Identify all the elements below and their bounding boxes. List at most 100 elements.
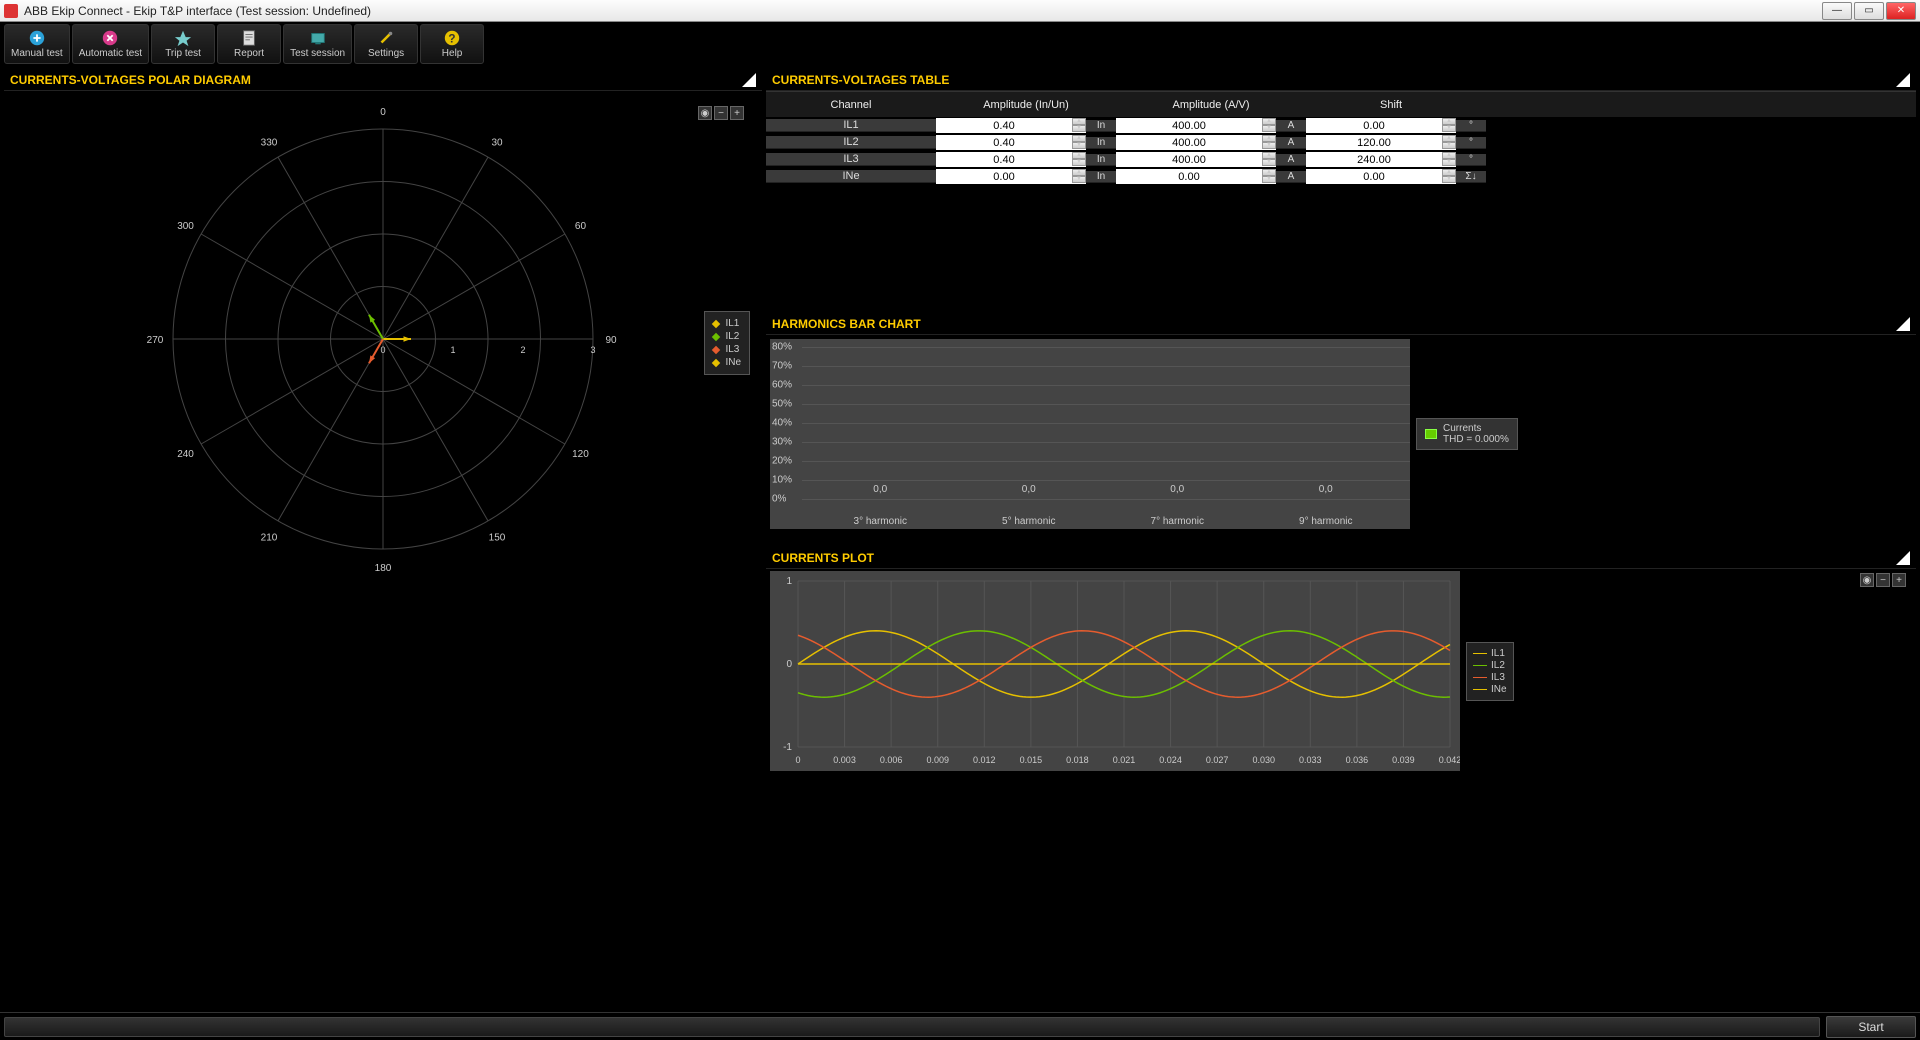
svg-text:0: 0 bbox=[786, 659, 792, 670]
start-label: Start bbox=[1858, 1020, 1883, 1034]
trip-test-button[interactable]: Trip test bbox=[151, 24, 215, 64]
svg-text:0.003: 0.003 bbox=[833, 755, 856, 765]
manual-test-button[interactable]: Manual test bbox=[4, 24, 70, 64]
table-row: INe ▲▼ In ▲▼ A ▲▼ Σ↓ bbox=[766, 168, 1916, 185]
polar-panel: CURRENTS-VOLTAGES POLAR DIAGRAM ◉ − + 03… bbox=[4, 70, 762, 1006]
unit-label: A bbox=[1276, 154, 1306, 166]
maximize-button[interactable]: ▭ bbox=[1854, 2, 1884, 20]
legend-item: IL3 bbox=[1473, 672, 1507, 683]
currents-plot-chart: 00.0030.0060.0090.0120.0150.0180.0210.02… bbox=[770, 571, 1460, 771]
unit-label: In bbox=[1086, 120, 1116, 132]
legend-item: INe bbox=[713, 357, 741, 368]
svg-text:270: 270 bbox=[147, 335, 164, 346]
close-button[interactable]: ✕ bbox=[1886, 2, 1916, 20]
svg-text:0.030: 0.030 bbox=[1252, 755, 1275, 765]
unit-label: ° bbox=[1456, 137, 1486, 149]
svg-text:2: 2 bbox=[520, 345, 525, 355]
plot-zoom-out-button[interactable]: − bbox=[1876, 573, 1890, 587]
svg-text:330: 330 bbox=[261, 138, 278, 149]
panel-expand-icon[interactable] bbox=[1896, 551, 1910, 565]
col-shift: Shift bbox=[1306, 99, 1476, 111]
legend-thd: THD = 0.000% bbox=[1443, 434, 1509, 445]
panel-expand-icon[interactable] bbox=[742, 73, 756, 87]
legend-item: INe bbox=[1473, 684, 1507, 695]
svg-text:1: 1 bbox=[786, 576, 792, 587]
svg-text:0: 0 bbox=[795, 755, 800, 765]
amp-av-input[interactable]: ▲▼ bbox=[1116, 135, 1276, 150]
col-amp-inun: Amplitude (In/Un) bbox=[936, 99, 1116, 111]
manual-test-icon bbox=[28, 29, 46, 47]
start-button[interactable]: Start bbox=[1826, 1016, 1916, 1038]
cv-table-header: Channel Amplitude (In/Un) Amplitude (A/V… bbox=[766, 91, 1916, 117]
automatic-test-button[interactable]: Automatic test bbox=[72, 24, 149, 64]
currents-plot-title: CURRENTS PLOT bbox=[772, 551, 874, 565]
unit-label: In bbox=[1086, 154, 1116, 166]
minimize-button[interactable]: — bbox=[1822, 2, 1852, 20]
svg-text:0.024: 0.024 bbox=[1159, 755, 1182, 765]
settings-button[interactable]: Settings bbox=[354, 24, 418, 64]
window-title: ABB Ekip Connect - Ekip T&P interface (T… bbox=[24, 4, 1820, 18]
svg-text:210: 210 bbox=[261, 532, 278, 543]
toolbar: Manual test Automatic test Trip test Rep… bbox=[0, 22, 1920, 66]
svg-text:0.027: 0.027 bbox=[1206, 755, 1229, 765]
svg-text:0.006: 0.006 bbox=[880, 755, 903, 765]
settings-label: Settings bbox=[368, 48, 404, 59]
svg-text:0.021: 0.021 bbox=[1113, 755, 1136, 765]
panel-expand-icon[interactable] bbox=[1896, 317, 1910, 331]
shift-input[interactable]: ▲▼ bbox=[1306, 169, 1456, 184]
harmonics-panel: HARMONICS BAR CHART 0%10%20%30%40%50%60%… bbox=[766, 314, 1916, 544]
settings-icon bbox=[377, 29, 395, 47]
shift-input[interactable]: ▲▼ bbox=[1306, 152, 1456, 167]
amp-inun-input[interactable]: ▲▼ bbox=[936, 169, 1086, 184]
trip-test-icon bbox=[174, 29, 192, 47]
svg-text:0.033: 0.033 bbox=[1299, 755, 1322, 765]
svg-text:0: 0 bbox=[380, 345, 385, 355]
legend-item: IL2 bbox=[713, 331, 741, 342]
svg-text:150: 150 bbox=[489, 532, 506, 543]
amp-inun-input[interactable]: ▲▼ bbox=[936, 152, 1086, 167]
polar-legend: IL1IL2IL3INe bbox=[704, 311, 750, 375]
harmonics-legend: Currents THD = 0.000% bbox=[1416, 418, 1518, 450]
svg-text:60: 60 bbox=[575, 221, 587, 232]
shift-input[interactable]: ▲▼ bbox=[1306, 118, 1456, 133]
plot-reset-button[interactable]: ◉ bbox=[1860, 573, 1874, 587]
cv-table-title: CURRENTS-VOLTAGES TABLE bbox=[772, 73, 949, 87]
unit-label: A bbox=[1276, 137, 1306, 149]
unit-label: ° bbox=[1456, 120, 1486, 132]
svg-text:0.036: 0.036 bbox=[1346, 755, 1369, 765]
channel-label: IL2 bbox=[766, 136, 936, 149]
amp-av-input[interactable]: ▲▼ bbox=[1116, 169, 1276, 184]
amp-inun-input[interactable]: ▲▼ bbox=[936, 118, 1086, 133]
channel-label: IL3 bbox=[766, 153, 936, 166]
svg-text:0.015: 0.015 bbox=[1020, 755, 1043, 765]
amp-inun-input[interactable]: ▲▼ bbox=[936, 135, 1086, 150]
unit-label[interactable]: Σ↓ bbox=[1456, 171, 1486, 183]
plot-zoom-in-button[interactable]: + bbox=[1892, 573, 1906, 587]
test-session-icon bbox=[309, 29, 327, 47]
svg-text:0.009: 0.009 bbox=[926, 755, 949, 765]
legend-item: IL1 bbox=[1473, 648, 1507, 659]
unit-label: In bbox=[1086, 171, 1116, 183]
automatic-test-label: Automatic test bbox=[79, 48, 142, 59]
test-session-button[interactable]: Test session bbox=[283, 24, 352, 64]
amp-av-input[interactable]: ▲▼ bbox=[1116, 118, 1276, 133]
svg-text:0.018: 0.018 bbox=[1066, 755, 1089, 765]
status-bar bbox=[4, 1017, 1820, 1037]
unit-label: ° bbox=[1456, 154, 1486, 166]
table-row: IL2 ▲▼ In ▲▼ A ▲▼ ° bbox=[766, 134, 1916, 151]
legend-item: IL3 bbox=[713, 344, 741, 355]
amp-av-input[interactable]: ▲▼ bbox=[1116, 152, 1276, 167]
panel-expand-icon[interactable] bbox=[1896, 73, 1910, 87]
polar-chart: 03060901201501802102402703003300123 bbox=[103, 99, 663, 579]
manual-test-label: Manual test bbox=[11, 48, 63, 59]
svg-text:90: 90 bbox=[605, 335, 617, 346]
titlebar: ABB Ekip Connect - Ekip T&P interface (T… bbox=[0, 0, 1920, 22]
trip-test-label: Trip test bbox=[165, 48, 201, 59]
help-button[interactable]: ? Help bbox=[420, 24, 484, 64]
svg-text:-1: -1 bbox=[783, 742, 792, 753]
shift-input[interactable]: ▲▼ bbox=[1306, 135, 1456, 150]
svg-text:3: 3 bbox=[590, 345, 595, 355]
currents-plot-panel: CURRENTS PLOT ◉ − + 0 0.003 0.006 0.009 0.01… bbox=[766, 548, 1916, 798]
report-button[interactable]: Report bbox=[217, 24, 281, 64]
svg-text:0.039: 0.039 bbox=[1392, 755, 1415, 765]
